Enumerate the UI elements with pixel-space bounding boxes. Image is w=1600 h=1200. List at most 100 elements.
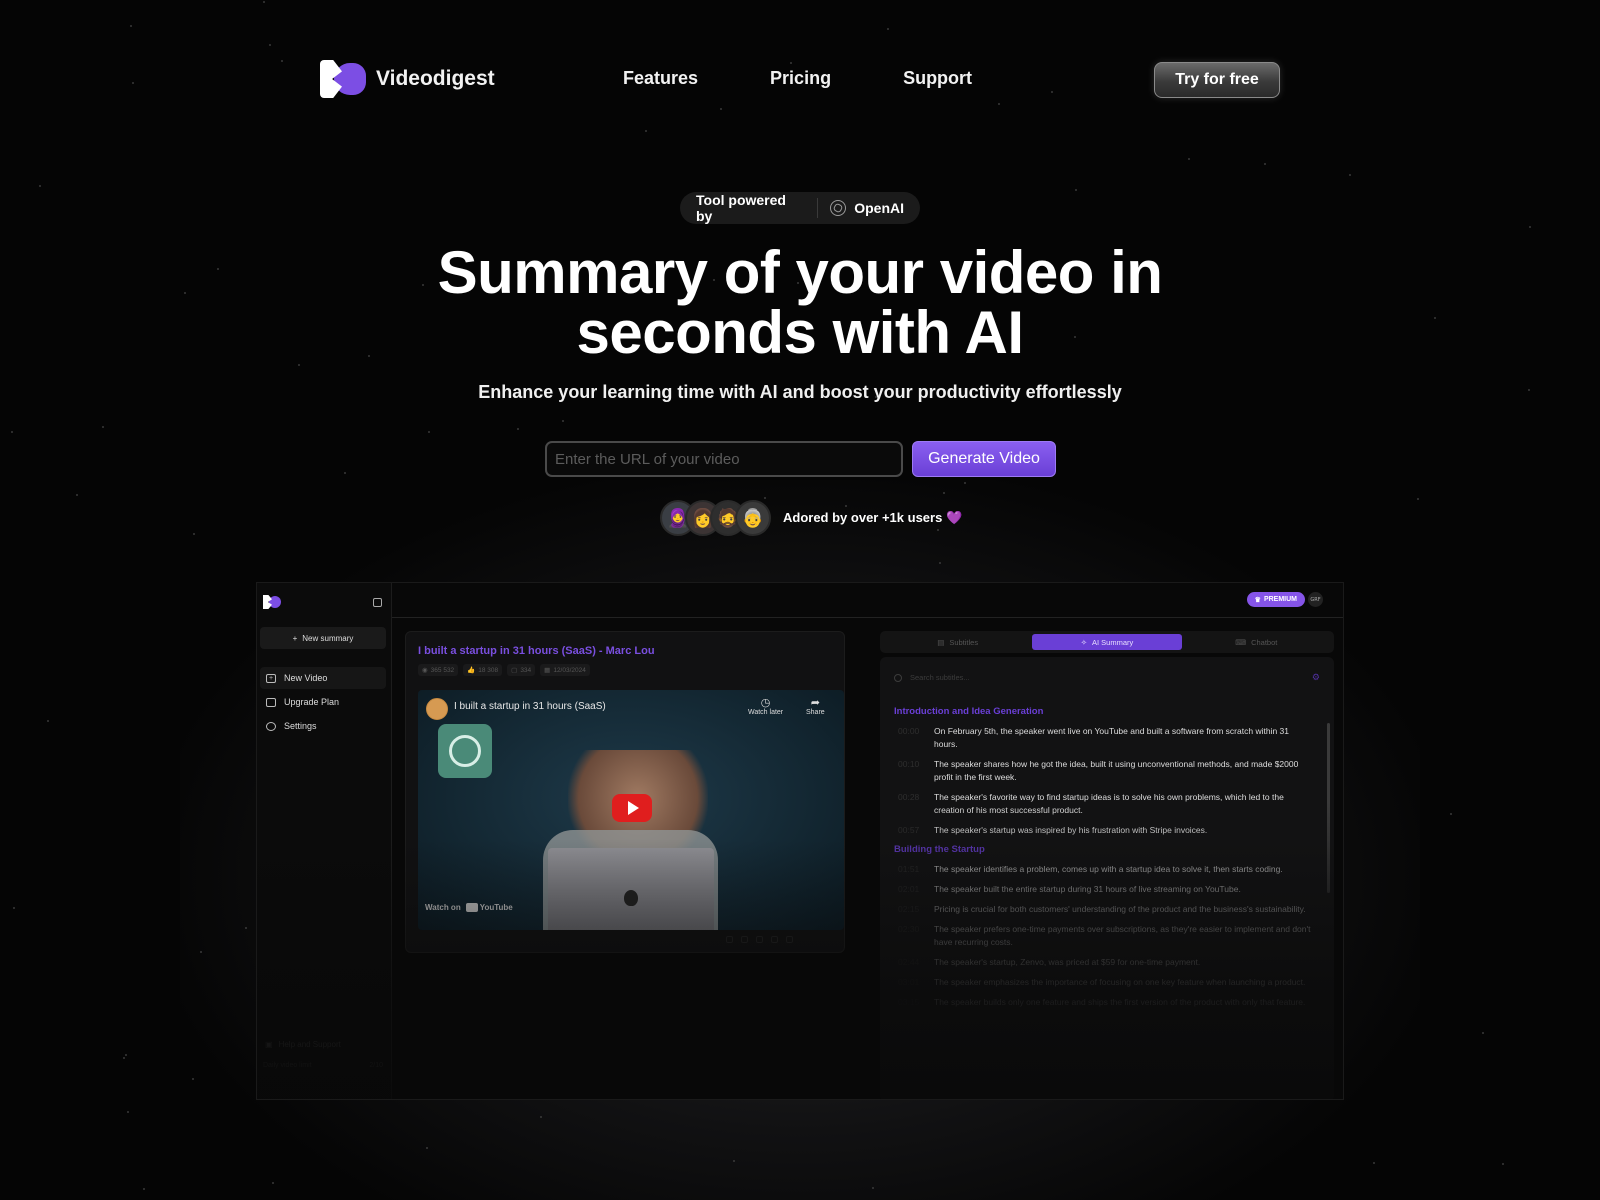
scrollbar[interactable] [1327,723,1330,893]
tab-subtitles[interactable]: ▤ Subtitles [883,634,1032,650]
summary-row[interactable]: 00:28 The speaker's favorite way to find … [894,791,1314,817]
summary-text: The speaker shares how he got the idea, … [934,759,1299,782]
nav-link-features[interactable]: Features [623,68,698,89]
summary-row[interactable]: 03:15 The speaker builds only one feature… [894,996,1314,1009]
help-and-support-link[interactable]: ▣ Help and Support [265,1040,341,1049]
settings-icon[interactable]: ⚙ [1312,672,1320,683]
star [964,482,966,484]
nav-link-support[interactable]: Support [903,68,972,89]
timestamp[interactable]: 01:51 [894,863,920,876]
star [193,533,195,535]
star [127,1111,129,1113]
summary-row[interactable]: 00:10 The speaker shares how he got the i… [894,758,1314,784]
timestamp[interactable]: 03:15 [894,996,920,1009]
star [200,951,202,953]
sparkles-icon: ✧ [1080,637,1087,647]
app-sidebar: + New summary + New Video Upgrade Plan S… [257,583,392,1099]
star [1482,1032,1484,1034]
timestamp[interactable]: 02:01 [894,883,920,896]
youtube-player[interactable]: I built a startup in 31 hours (SaaS) ◷ W… [418,690,844,930]
timestamp[interactable]: 00:00 [894,725,920,751]
control-icon[interactable] [756,936,763,943]
tab-chatbot[interactable]: ⌨ Chatbot [1182,634,1331,650]
clock-icon: ◷ [760,697,771,709]
comments-count: 334 [520,666,532,674]
timestamp[interactable]: 00:57 [894,824,920,837]
summary-row[interactable]: 02:30 The speaker prefers one-time paymen… [894,923,1314,949]
star [39,185,41,187]
summary-panel: ▤ Subtitles ✧ AI Summary ⌨ Chatbot Searc… [880,631,1334,1099]
watch-on-label: Watch on [425,903,461,912]
brand-logo[interactable]: Videodigest [320,60,495,98]
star [872,1187,874,1189]
hero-title-line2: seconds with AI [576,299,1024,366]
control-icon[interactable] [786,936,793,943]
summary-row[interactable]: 01:51 The speaker identifies a problem, c… [894,863,1314,876]
video-card: I built a startup in 31 hours (SaaS) - M… [405,631,845,953]
video-url-input[interactable] [545,441,903,477]
summary-row[interactable]: 03:01 The speaker emphasizes the importan… [894,976,1314,989]
subtitle-search[interactable]: Search subtitles... ⚙ [894,672,1320,683]
badge-prefix: Tool powered by [696,192,786,224]
control-icon[interactable] [771,936,778,943]
likes-count: 18 308 [478,666,499,674]
section-heading: Building the Startup [894,844,985,855]
comments-stat: ▢ 334 [507,664,536,676]
tab-ai-summary[interactable]: ✧ AI Summary [1032,634,1182,650]
star [11,431,13,433]
openai-brand: OpenAI [830,200,904,216]
control-icon[interactable] [741,936,748,943]
sidebar-item-upgrade-plan[interactable]: Upgrade Plan [260,691,386,713]
player-title[interactable]: I built a startup in 31 hours (SaaS) [454,701,606,712]
timestamp[interactable]: 02:15 [894,903,920,916]
daily-limit: Daily video limit 2/10 [263,1062,383,1069]
youtube-label: YouTube [479,903,513,912]
summary-row[interactable]: 00:00 On February 5th, the speaker went l… [894,725,1314,751]
video-stats: ◉ 365 532 👍 18 308 ▢ 334 ▦ 12/03/2024 [418,664,590,676]
views-count: 365 532 [430,666,455,674]
timestamp[interactable]: 02:30 [894,923,920,949]
summary-row[interactable]: 00:57 The speaker's startup was inspired … [894,824,1314,837]
new-summary-button[interactable]: + New summary [260,627,386,649]
control-icon[interactable] [726,936,733,943]
timestamp[interactable]: 03:01 [894,976,920,989]
channel-avatar[interactable] [426,698,448,720]
nav-link-pricing[interactable]: Pricing [770,68,831,89]
star [130,25,132,27]
summary-row[interactable]: 02:15 Pricing is crucial for both custome… [894,903,1314,916]
star [102,426,104,428]
timestamp[interactable]: 00:28 [894,791,920,817]
generate-video-button[interactable]: Generate Video [912,441,1056,477]
star [887,28,889,30]
star [269,44,271,46]
summary-row[interactable]: 02:01 The speaker built the entire startu… [894,883,1314,896]
logo-mark-icon [320,60,366,98]
play-button[interactable] [612,794,652,822]
timestamp[interactable]: 00:10 [894,758,920,784]
sidebar-item-settings[interactable]: Settings [260,715,386,737]
hero-title-line1: Summary of your video in [437,239,1163,306]
premium-badge[interactable]: ♛ PREMIUM [1246,592,1305,607]
heart-icon: 💜 [945,510,963,525]
user-avatar[interactable]: GRF [1308,592,1323,607]
watch-on-youtube-link[interactable]: Watch on YouTube [425,903,513,912]
summary-content: Search subtitles... ⚙ Introduction and I… [880,657,1334,1099]
share-button[interactable]: ➦ Share [806,696,825,716]
summary-text: The speaker's startup was inspired by hi… [934,825,1208,835]
sidebar-collapse-icon[interactable] [373,598,382,607]
timestamp[interactable]: 02:44 [894,956,920,969]
social-proof-text: Adored by over +1k users 💜 [783,510,962,526]
thumbs-up-icon: 👍 [467,667,476,674]
watch-later-button[interactable]: ◷ Watch later [748,696,783,716]
try-for-free-button[interactable]: Try for free [1154,62,1280,98]
sidebar-item-new-video[interactable]: + New Video [260,667,386,689]
star [298,364,300,366]
player-controls [726,936,793,943]
chatgpt-logo-icon [438,724,492,778]
new-summary-label: New summary [302,633,354,643]
summary-row[interactable]: 02:44 The speaker's startup, Zenvo, was p… [894,956,1314,969]
video-title[interactable]: I built a startup in 31 hours (SaaS) - M… [418,645,655,657]
app-topbar: ♛ PREMIUM GRF [392,583,1343,618]
summary-text: The speaker built the entire startup dur… [934,884,1241,894]
plus-icon: + [292,633,298,643]
